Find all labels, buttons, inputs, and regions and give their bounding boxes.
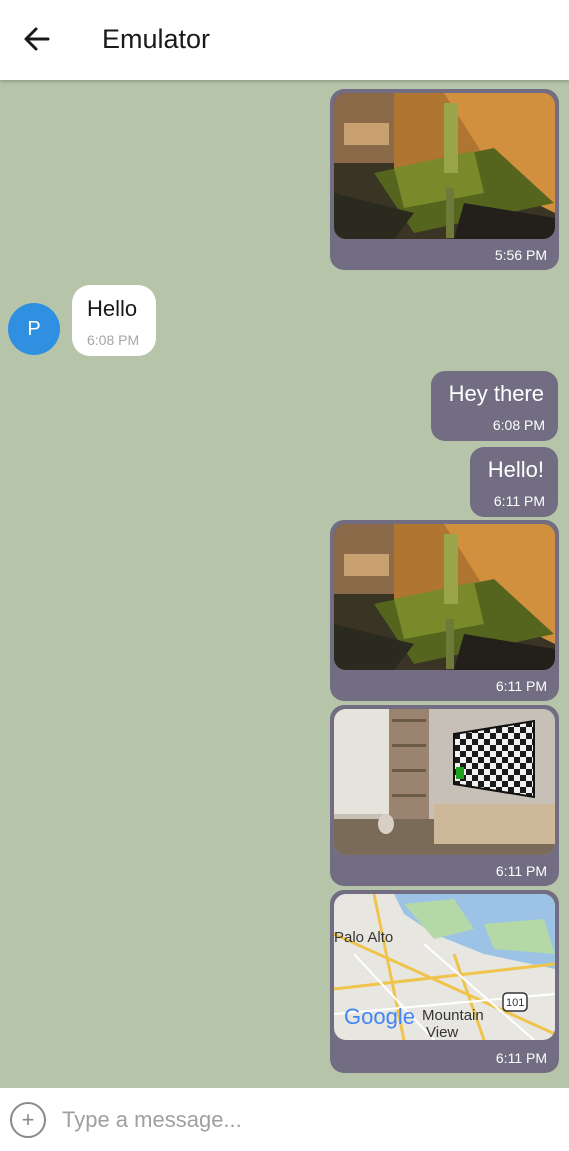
game-screenshot-image[interactable]: [334, 524, 555, 670]
outgoing-location-message[interactable]: Palo Alto Mountain View 101 Google 6:11 …: [330, 890, 559, 1073]
add-attachment-button[interactable]: +: [10, 1102, 46, 1138]
chat-title: Emulator: [102, 24, 211, 54]
outgoing-text-message[interactable]: Hey there 6:08 PM: [431, 371, 558, 441]
message-text: Hello: [87, 296, 138, 321]
avatar[interactable]: P: [8, 303, 60, 355]
message-time: 6:08 PM: [492, 417, 545, 433]
back-arrow-icon[interactable]: [20, 22, 54, 56]
outgoing-image-message[interactable]: 6:11 PM: [330, 520, 559, 701]
map-label: View: [426, 1024, 458, 1040]
message-list[interactable]: 5:56 PM P Hello 6:08 PM Hey there 6:08 P…: [0, 80, 569, 1088]
message-time: 6:11 PM: [495, 863, 547, 879]
map-image[interactable]: Palo Alto Mountain View 101 Google: [334, 894, 555, 1040]
message-time: 5:56 PM: [494, 247, 547, 263]
plus-icon: +: [21, 1107, 35, 1132]
message-time: 6:11 PM: [495, 1050, 547, 1066]
google-logo: Google: [344, 1004, 415, 1029]
message-composer: +: [0, 1088, 569, 1151]
message-text: Hello!: [487, 457, 544, 482]
incoming-text-message[interactable]: Hello 6:08 PM: [72, 285, 156, 356]
outgoing-text-message[interactable]: Hello! 6:11 PM: [470, 447, 558, 517]
message-input[interactable]: [62, 1100, 542, 1140]
outgoing-image-message[interactable]: 5:56 PM: [330, 89, 559, 270]
highway-shield: 101: [506, 997, 524, 1009]
message-time: 6:11 PM: [493, 493, 545, 509]
map-label: Mountain: [422, 1007, 484, 1024]
room-tv-image[interactable]: [334, 709, 555, 855]
message-text: Hey there: [448, 381, 544, 406]
game-screenshot-image[interactable]: [334, 93, 555, 239]
map-label: Palo Alto: [334, 929, 393, 946]
outgoing-image-message[interactable]: 6:11 PM: [330, 705, 559, 886]
message-time: 6:11 PM: [495, 678, 547, 694]
message-time: 6:08 PM: [87, 332, 140, 348]
app-bar: Emulator: [0, 0, 569, 80]
